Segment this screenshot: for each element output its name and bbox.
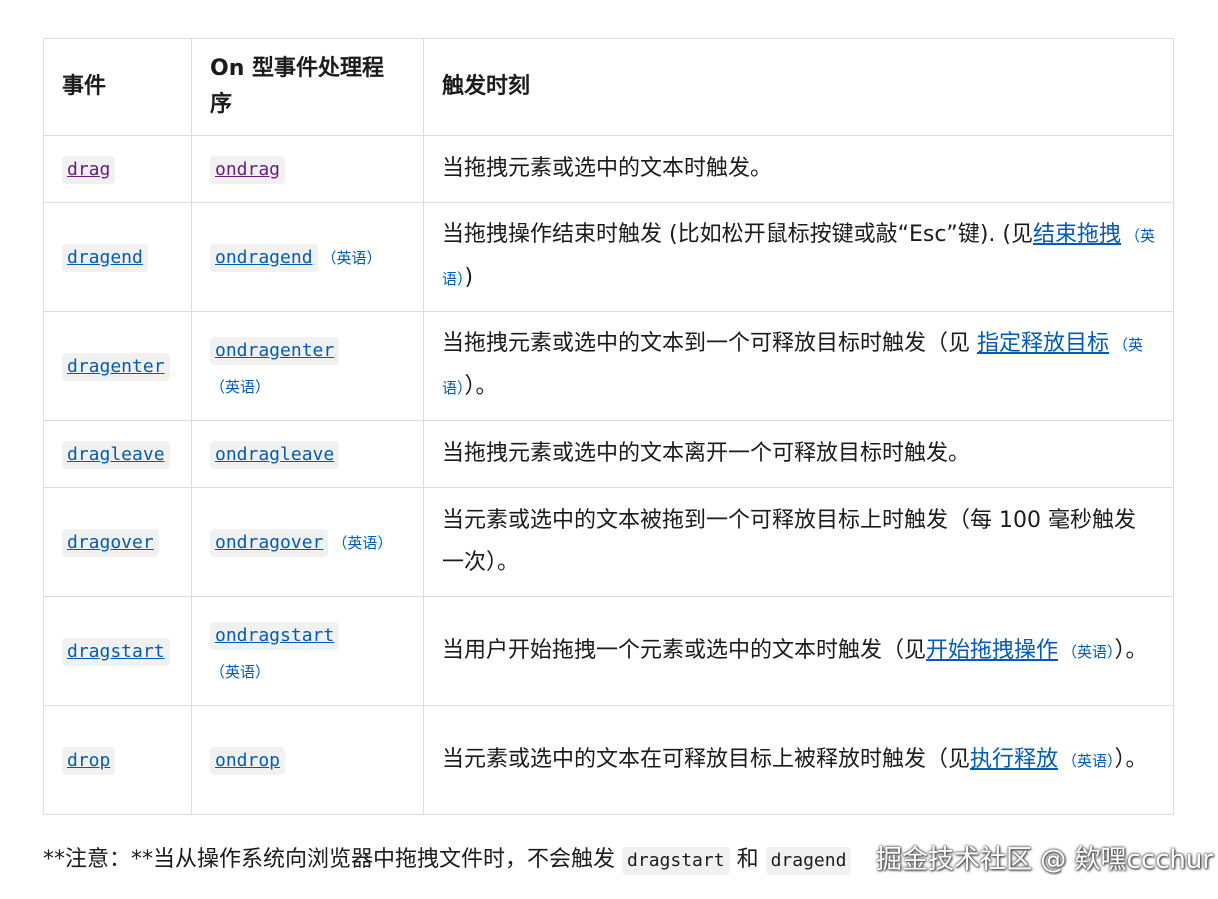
event-cell: dragstart — [43, 596, 192, 706]
handler-link[interactable]: ondragleave — [210, 441, 340, 469]
table-row: drag ondrag 当拖拽元素或选中的文本时触发。 — [43, 135, 1174, 203]
event-link[interactable]: dragenter — [62, 353, 170, 381]
table-row: dragstart ondragstart （英语） 当用户开始拖拽一个元素或选中… — [43, 596, 1174, 706]
handler-link[interactable]: ondragover — [210, 528, 329, 557]
code-dragend: dragend — [765, 847, 852, 875]
trigger-text: 当元素或选中的文本在可释放目标上被释放时触发（见 — [442, 746, 971, 772]
code-dragstart: dragstart — [622, 847, 730, 875]
handler-link[interactable]: ondragend — [210, 243, 318, 272]
table-row: dragover ondragover （英语） 当元素或选中的文本被拖到一个可释… — [43, 487, 1174, 597]
handler-cell: ondragend （英语） — [191, 202, 424, 312]
doc-link[interactable]: 执行释放 — [970, 747, 1058, 772]
header-event: 事件 — [43, 38, 192, 136]
handler-cell: ondragleave — [191, 420, 424, 488]
trigger-text: 当拖拽操作结束时触发 (比如松开鼠标按键或敲“Esc”键). (见 — [442, 222, 1033, 247]
lang-label: （英语） — [332, 533, 393, 552]
trigger-text-end: ）。 — [1114, 637, 1148, 663]
trigger-text-end: ) — [464, 265, 474, 290]
trigger-text: 当元素或选中的文本被拖到一个可释放目标上时触发（每 100 毫秒触发一次）。 — [442, 508, 1136, 575]
trigger-cell: 当用户开始拖拽一个元素或选中的文本时触发（见开始拖拽操作 （英语））。 — [423, 596, 1174, 706]
event-cell: dragleave — [43, 420, 192, 488]
table-row: dragleave ondragleave 当拖拽元素或选中的文本离开一个可释放… — [43, 420, 1174, 488]
event-link[interactable]: drag — [62, 156, 116, 184]
event-link[interactable]: dragleave — [62, 441, 170, 469]
trigger-cell: 当拖拽元素或选中的文本时触发。 — [423, 135, 1174, 203]
watermark: 掘金技术社区 @ 欸嘿ccchur — [876, 845, 1214, 875]
event-link[interactable]: dragover — [62, 529, 159, 557]
lang-label: （英语） — [321, 248, 382, 267]
event-cell: drag — [43, 135, 192, 203]
event-cell: dragenter — [43, 311, 192, 421]
header-handler: On 型事件处理程序 — [191, 38, 424, 136]
lang-label: （英语） — [210, 663, 271, 681]
doc-link[interactable]: 结束拖拽 — [1033, 222, 1121, 247]
handler-cell: ondragenter （英语） — [191, 311, 424, 421]
handler-cell: ondragover （英语） — [191, 487, 424, 597]
event-link[interactable]: dragend — [62, 244, 148, 272]
lang-label: （英语） — [1062, 642, 1115, 661]
handler-cell: ondrag — [191, 135, 424, 203]
trigger-text-end: ）。 — [1114, 746, 1148, 772]
event-link[interactable]: drop — [62, 747, 116, 775]
event-cell: dragend — [43, 202, 192, 312]
trigger-text: 当拖拽元素或选中的文本离开一个可释放目标时触发。 — [442, 441, 971, 466]
trigger-cell: 当拖拽元素或选中的文本离开一个可释放目标时触发。 — [423, 420, 1174, 488]
trigger-text: 当用户开始拖拽一个元素或选中的文本时触发（见 — [442, 637, 927, 663]
table-row: dragend ondragend （英语） 当拖拽操作结束时触发 (比如松开鼠标… — [43, 202, 1174, 312]
doc-link[interactable]: 开始拖拽操作 — [926, 638, 1058, 663]
lang-label: （英语） — [1062, 751, 1115, 770]
table-header-row: 事件 On 型事件处理程序 触发时刻 — [43, 38, 1174, 136]
note-paragraph: **注意：**当从操作系统向浏览器中拖拽文件时，不会触发 dragstart 和… — [43, 840, 852, 880]
trigger-cell: 当元素或选中的文本被拖到一个可释放目标上时触发（每 100 毫秒触发一次）。 — [423, 487, 1174, 597]
trigger-text: 当拖拽元素或选中的文本时触发。 — [442, 156, 773, 181]
handler-cell: ondragstart （英语） — [191, 596, 424, 706]
trigger-cell: 当拖拽元素或选中的文本到一个可释放目标时触发（见 指定释放目标 （英语））。 — [423, 311, 1174, 421]
event-link[interactable]: dragstart — [62, 638, 170, 666]
note-connector: 和 — [736, 847, 759, 872]
handler-link[interactable]: ondrag — [210, 156, 286, 184]
handler-link[interactable]: ondragstart — [210, 622, 340, 650]
doc-link[interactable]: 指定释放目标 — [977, 331, 1109, 356]
trigger-cell: 当元素或选中的文本在可释放目标上被释放时触发（见执行释放 （英语））。 — [423, 705, 1174, 815]
header-trigger: 触发时刻 — [423, 38, 1174, 136]
trigger-cell: 当拖拽操作结束时触发 (比如松开鼠标按键或敲“Esc”键). (见结束拖拽 （英语… — [423, 202, 1174, 312]
table-row: drop ondrop 当元素或选中的文本在可释放目标上被释放时触发（见执行释放… — [43, 705, 1174, 815]
table-row: dragenter ondragenter （英语） 当拖拽元素或选中的文本到一个… — [43, 311, 1174, 421]
event-cell: dragover — [43, 487, 192, 597]
trigger-text: 当拖拽元素或选中的文本到一个可释放目标时触发（见 — [442, 331, 977, 356]
handler-link[interactable]: ondrop — [210, 747, 286, 775]
note-text: **注意：**当从操作系统向浏览器中拖拽文件时，不会触发 — [43, 847, 616, 872]
trigger-text-end: ）。 — [464, 374, 498, 399]
lang-label: （英语） — [210, 378, 271, 396]
handler-link[interactable]: ondragenter — [210, 337, 340, 365]
events-table: 事件 On 型事件处理程序 触发时刻 drag ondrag 当拖拽元素或选中的… — [43, 38, 1174, 815]
handler-cell: ondrop — [191, 705, 424, 815]
event-cell: drop — [43, 705, 192, 815]
